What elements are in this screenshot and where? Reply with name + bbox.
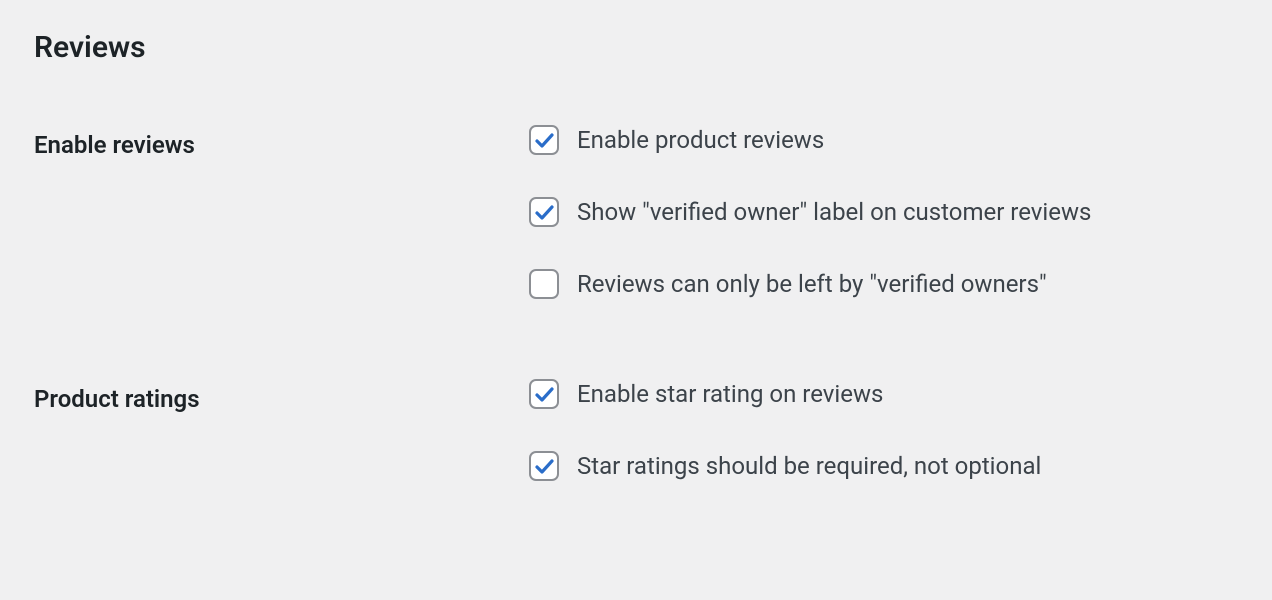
checkbox-verified-owners-only[interactable] [529,269,559,299]
enable-reviews-options: Enable product reviews Show "verified ow… [529,125,1238,299]
option-verified-owners-only: Reviews can only be left by "verified ow… [529,269,1238,299]
label-verified-owner-label[interactable]: Show "verified owner" label on customer … [577,198,1091,226]
check-icon [532,128,556,152]
label-enable-star-rating[interactable]: Enable star rating on reviews [577,380,883,408]
checkbox-enable-star-rating[interactable] [529,379,559,409]
check-icon [532,200,556,224]
product-ratings-label: Product ratings [34,379,529,413]
option-enable-product-reviews: Enable product reviews [529,125,1238,155]
checkbox-verified-owner-label[interactable] [529,197,559,227]
section-title: Reviews [34,30,1238,65]
check-icon [532,454,556,478]
label-star-rating-required[interactable]: Star ratings should be required, not opt… [577,452,1041,480]
check-icon [532,382,556,406]
label-verified-owners-only[interactable]: Reviews can only be left by "verified ow… [577,270,1047,298]
checkbox-enable-product-reviews[interactable] [529,125,559,155]
label-enable-product-reviews[interactable]: Enable product reviews [577,126,824,154]
enable-reviews-row: Enable reviews Enable product reviews Sh… [34,125,1238,299]
option-verified-owner-label: Show "verified owner" label on customer … [529,197,1238,227]
enable-reviews-label: Enable reviews [34,125,529,159]
option-star-rating-required: Star ratings should be required, not opt… [529,451,1238,481]
checkbox-star-rating-required[interactable] [529,451,559,481]
settings-form: Enable reviews Enable product reviews Sh… [34,125,1238,481]
option-enable-star-rating: Enable star rating on reviews [529,379,1238,409]
product-ratings-row: Product ratings Enable star rating on re… [34,379,1238,481]
product-ratings-options: Enable star rating on reviews Star ratin… [529,379,1238,481]
